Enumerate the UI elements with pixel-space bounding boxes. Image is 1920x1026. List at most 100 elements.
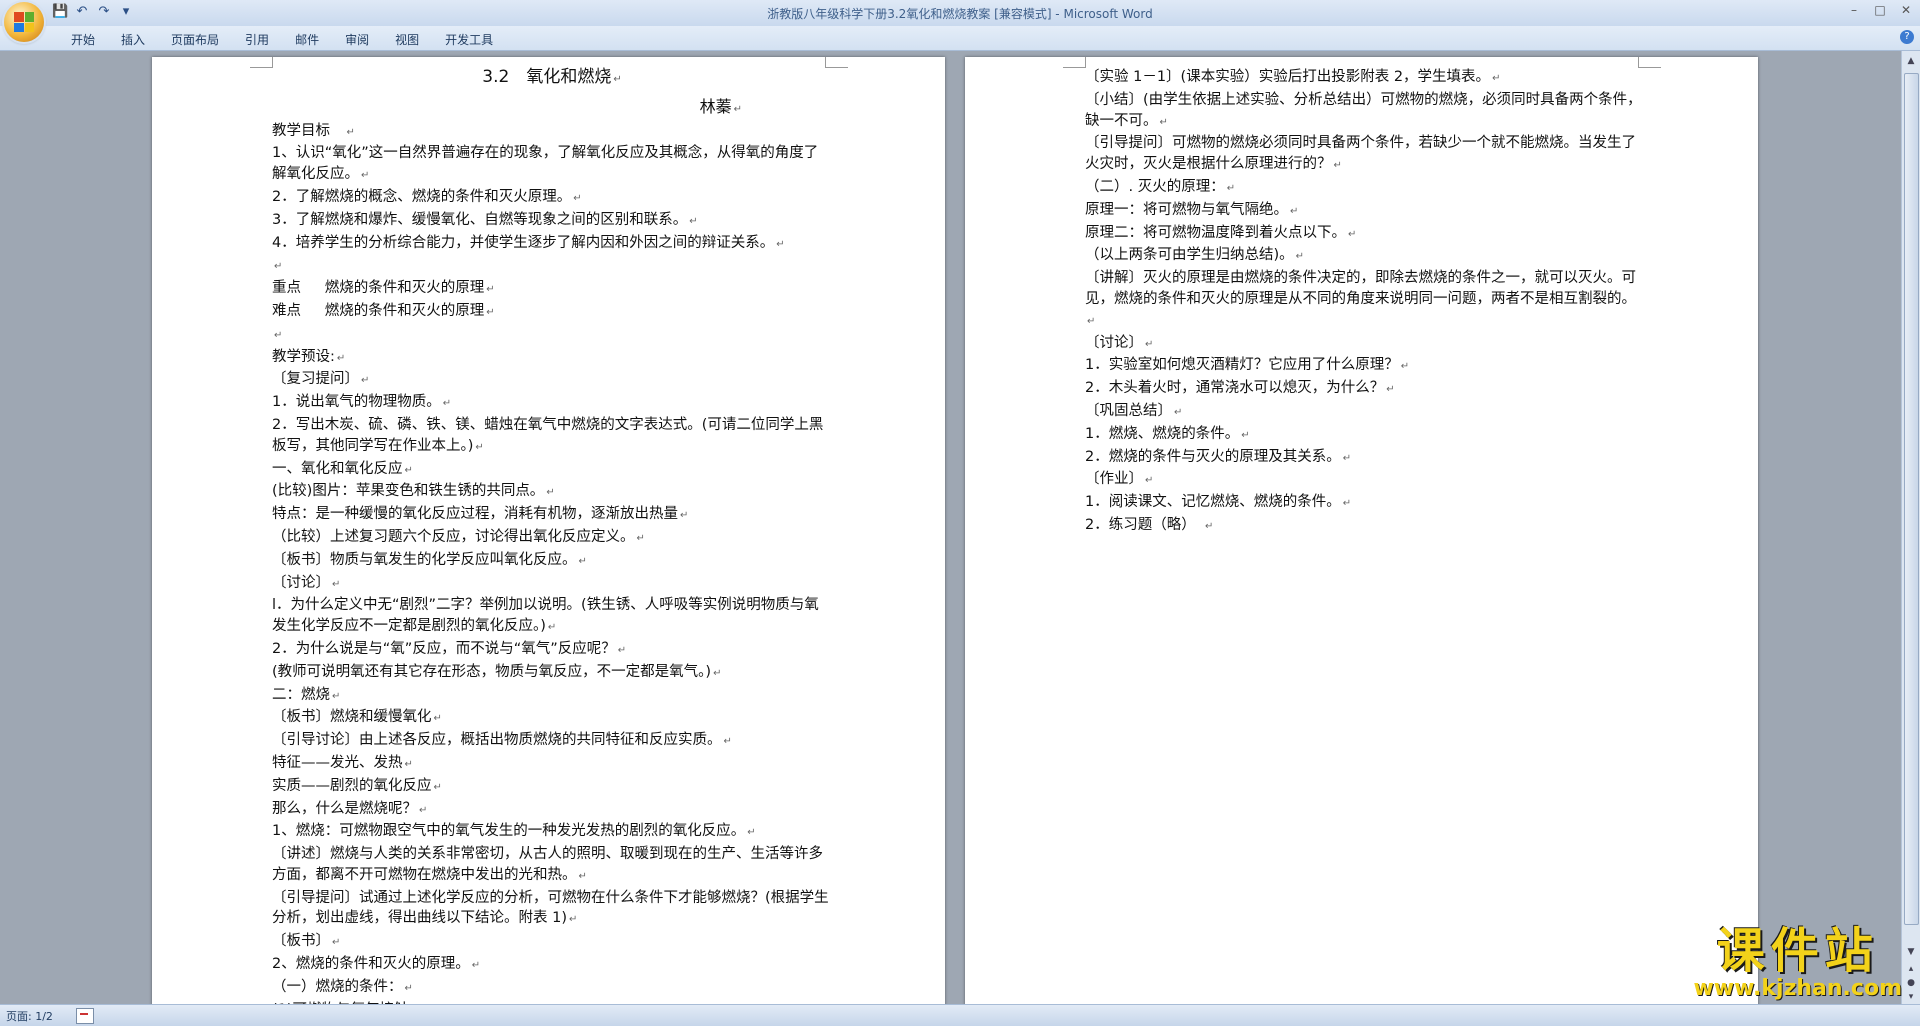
paragraph: 1．阅读课文、记忆燃烧、燃烧的条件。 ↵ bbox=[1085, 492, 1645, 515]
paragraph-text: 〔作业〕 bbox=[1085, 471, 1143, 488]
page-indicator[interactable]: 页面: 1/2 bbox=[6, 1008, 53, 1024]
paragraph-text: 〔巩固总结〕 bbox=[1085, 402, 1172, 419]
paragraph-mark-icon: ↵ bbox=[336, 352, 346, 364]
paragraph: ↵ bbox=[272, 255, 832, 278]
select-browse-object-icon[interactable]: ● bbox=[1905, 977, 1917, 989]
page-1-text[interactable]: 3.2 氧化和燃烧 ↵ 林蓁 ↵ 教学目标 ↵ 1、认识“氧化”这一自然界普遍存在的现… bbox=[272, 67, 832, 1004]
paragraph: 〔讲述〕燃烧与人类的关系非常密切，从古人的照明、取暖到现在的生产、生活等许多方面… bbox=[272, 844, 832, 888]
paragraph: 那么，什么是燃烧呢？ ↵ bbox=[272, 799, 832, 822]
paragraph-mark-icon: ↵ bbox=[1159, 116, 1168, 128]
paragraph-mark-icon: ↵ bbox=[1226, 182, 1236, 194]
paragraph-text: 〔讲解〕灭火的原理是由燃烧的条件决定的，即除去燃烧的条件之一，就可以灭火。可见，… bbox=[1085, 270, 1636, 307]
paragraph-text: 教学预设: bbox=[272, 348, 335, 365]
paragraph-mark-icon: ↵ bbox=[689, 215, 698, 227]
minimize-icon[interactable]: – bbox=[1846, 2, 1862, 18]
paragraph-mark-icon: ↵ bbox=[1342, 498, 1352, 510]
tab-developer[interactable]: 开发工具 bbox=[432, 29, 506, 50]
scroll-up-icon[interactable]: ▲ bbox=[1905, 55, 1917, 67]
page-2-text[interactable]: 〔实验 1－1〕(课本实验）实验后打出投影附表 2，学生填表。 ↵ 〔小结〕(由学生… bbox=[1085, 67, 1645, 538]
paragraph: 2．写出木炭、硫、磷、铁、镁、蜡烛在氧气中燃烧的文字表达式。(可请二位同学上黑板… bbox=[272, 415, 832, 459]
ribbon-tabs-bar: 开始 插入 页面布局 引用 邮件 审阅 视图 开发工具 ? bbox=[0, 26, 1920, 51]
office-button[interactable] bbox=[4, 2, 44, 42]
paragraph: 〔板书〕燃烧和缓慢氧化 ↵ bbox=[272, 707, 832, 730]
paragraph: 2．木头着火时，通常浇水可以熄灭，为什么？ ↵ bbox=[1085, 378, 1645, 401]
tab-page-layout[interactable]: 页面布局 bbox=[158, 29, 232, 50]
paragraph: 1、认识“氧化”这一自然界普遍存在的现象，了解氧化反应及其概念，从得氧的角度了解… bbox=[272, 143, 832, 187]
paragraph: 〔板书〕物质与氧发生的化学反应叫氧化反应。 ↵ bbox=[272, 550, 832, 573]
tab-view[interactable]: 视图 bbox=[382, 29, 432, 50]
paragraph-mark-icon: ↵ bbox=[274, 329, 283, 341]
next-page-icon[interactable]: ▾ bbox=[1905, 991, 1917, 1003]
paragraph: 1、燃烧：可燃物跟空气中的氧气发生的一种发光发热的剧烈的氧化反应。 ↵ bbox=[272, 821, 832, 844]
paragraph-mark-icon: ↵ bbox=[1386, 384, 1395, 396]
paragraph-text: 原理一：将可燃物与氧气隔绝。 bbox=[1085, 201, 1288, 218]
paragraph-text: 4．培养学生的分析综合能力，并使学生逐步了解内因和外因之间的辩证关系。 bbox=[272, 234, 775, 251]
paragraph-mark-icon: ↵ bbox=[419, 804, 428, 816]
paragraph: 教学预设: ↵ bbox=[272, 347, 832, 370]
paragraph-mark-icon: ↵ bbox=[274, 261, 283, 273]
paragraph-text: 2．为什么说是与“氧”反应，而不说与“氧气”反应呢？ bbox=[272, 640, 616, 657]
paragraph: 特征——发光、发热 ↵ bbox=[272, 753, 832, 776]
paragraph: （二）. 灭火的原理： ↵ bbox=[1085, 177, 1645, 200]
paragraph-mark-icon: ↵ bbox=[486, 306, 495, 318]
office-logo-icon bbox=[14, 12, 34, 32]
close-icon[interactable]: ✕ bbox=[1898, 2, 1914, 18]
watermark-url: www.kjzhan.com bbox=[1693, 976, 1902, 1001]
paragraph: 〔引导提问〕可燃物的燃烧必须同时具备两个条件，若缺少一个就不能燃烧。当发生了火灾… bbox=[1085, 133, 1645, 177]
previous-page-icon[interactable]: ▴ bbox=[1905, 963, 1917, 975]
paragraph-text: 2．写出木炭、硫、磷、铁、镁、蜡烛在氧气中燃烧的文字表达式。(可请二位同学上黑板… bbox=[272, 416, 824, 454]
paragraph: l．为什么定义中无“剧烈”二字？举例加以说明。(铁生锈、人呼吸等实例说明物质与氧… bbox=[272, 595, 832, 639]
paragraph: 〔讲解〕灭火的原理是由燃烧的条件决定的，即除去燃烧的条件之一，就可以灭火。可见，… bbox=[1085, 268, 1645, 332]
paragraph-text: 〔板书〕燃烧和缓慢氧化 bbox=[272, 709, 432, 726]
ribbon-tabs: 开始 插入 页面布局 引用 邮件 审阅 视图 开发工具 bbox=[58, 29, 506, 50]
scrollbar-thumb[interactable] bbox=[1904, 73, 1919, 925]
paragraph-mark-icon: ↵ bbox=[1145, 475, 1154, 487]
paragraph-text: 1．燃烧、燃烧的条件。 bbox=[1085, 425, 1240, 442]
paragraph: 〔引导讨论〕由上述各反应，概括出物质燃烧的共同特征和反应实质。 ↵ bbox=[272, 730, 832, 753]
paragraph-mark-icon: ↵ bbox=[776, 238, 785, 250]
paragraph-text: 2、燃烧的条件和灭火的原理。 bbox=[272, 956, 470, 973]
paragraph-mark-icon: ↵ bbox=[636, 532, 645, 544]
tab-insert[interactable]: 插入 bbox=[108, 29, 158, 50]
scroll-down-icon[interactable]: ▼ bbox=[1905, 946, 1917, 958]
vertical-scrollbar[interactable]: ▲ ▼ ▴ ● ▾ bbox=[1901, 51, 1920, 1004]
paragraph-text: l．为什么定义中无“剧烈”二字？举例加以说明。(铁生锈、人呼吸等实例说明物质与氧… bbox=[272, 597, 819, 635]
document-area: 3.2 氧化和燃烧 ↵ 林蓁 ↵ 教学目标 ↵ 1、认识“氧化”这一自然界普遍存在的现… bbox=[0, 51, 1902, 1004]
paragraph-text: 〔板书〕 bbox=[272, 933, 330, 950]
tab-home[interactable]: 开始 bbox=[58, 29, 108, 50]
paragraph: (教师可说明氧还有其它存在形态，物质与氧反应，不一定都是氧气。) ↵ bbox=[272, 662, 832, 685]
paragraph-mark-icon: ↵ bbox=[332, 578, 341, 590]
paragraph-mark-icon: ↵ bbox=[1492, 73, 1501, 84]
paragraph-mark-icon: ↵ bbox=[332, 690, 341, 702]
paragraph: 〔复习提问〕 ↵ bbox=[272, 369, 832, 392]
paragraph: 一、氧化和氧化反应 ↵ bbox=[272, 459, 832, 482]
paragraph: 〔引导提问〕试通过上述化学反应的分析，可燃物在什么条件下才能够燃烧？(根据学生分… bbox=[272, 888, 832, 932]
margin-marker bbox=[250, 57, 273, 68]
document-page-1[interactable]: 3.2 氧化和燃烧 ↵ 林蓁 ↵ 教学目标 ↵ 1、认识“氧化”这一自然界普遍存在的现… bbox=[152, 57, 945, 1004]
paragraph-mark-icon: ↵ bbox=[1204, 520, 1214, 532]
paragraph-mark-icon: ↵ bbox=[680, 510, 689, 522]
paragraph-mark-icon: ↵ bbox=[442, 398, 452, 410]
tab-references[interactable]: 引用 bbox=[232, 29, 282, 50]
paragraph-text: 〔讨论〕 bbox=[1085, 334, 1143, 351]
paragraph-text: 重点 燃烧的条件和灭火的原理 bbox=[272, 280, 485, 297]
maximize-icon[interactable]: □ bbox=[1872, 2, 1888, 18]
paragraph-text: 教学目标 bbox=[272, 122, 345, 139]
proofing-icon[interactable] bbox=[76, 1008, 94, 1024]
window-title: 浙教版八年级科学下册3.2氧化和燃烧教案 [兼容模式] - Microsoft … bbox=[0, 5, 1920, 22]
paragraph-mark-icon: ↵ bbox=[1348, 228, 1357, 240]
paragraph: 难点 燃烧的条件和灭火的原理 ↵ bbox=[272, 301, 832, 324]
paragraph-text: 特点：是一种缓慢的氧化反应过程，消耗有机物，逐渐放出热量 bbox=[272, 506, 678, 523]
tab-mailings[interactable]: 邮件 bbox=[282, 29, 332, 50]
window-controls: – □ ✕ bbox=[1846, 2, 1914, 18]
tab-review[interactable]: 审阅 bbox=[332, 29, 382, 50]
paragraph: ↵ bbox=[272, 324, 832, 347]
paragraph-mark-icon: ↵ bbox=[404, 464, 413, 476]
paragraph: 〔实验 1－1〕(课本实验）实验后打出投影附表 2，学生填表。 ↵ bbox=[1085, 67, 1645, 90]
paragraph-mark-icon: ↵ bbox=[433, 781, 442, 793]
paragraph-text: 特征——发光、发热 bbox=[272, 754, 403, 771]
paragraph-text: 二：燃烧 bbox=[272, 686, 330, 703]
document-page-2[interactable]: 〔实验 1－1〕(课本实验）实验后打出投影附表 2，学生填表。 ↵ 〔小结〕(由学生… bbox=[965, 57, 1758, 1004]
help-icon[interactable]: ? bbox=[1900, 30, 1914, 44]
paragraph: 4．培养学生的分析综合能力，并使学生逐步了解内因和外因之间的辩证关系。 ↵ bbox=[272, 233, 832, 256]
